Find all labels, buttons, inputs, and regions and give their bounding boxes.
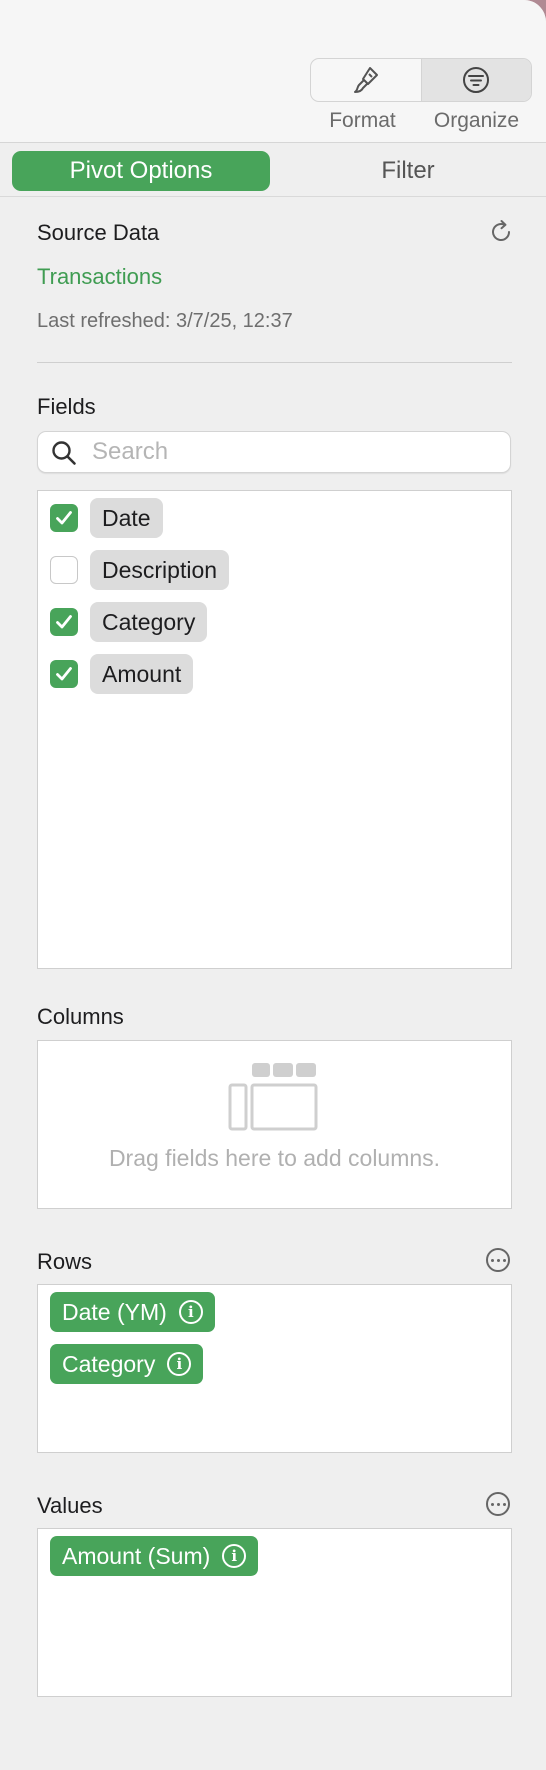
field-row-category: Category xyxy=(50,602,208,642)
value-pill-label: Amount (Sum) xyxy=(62,1542,211,1569)
rows-heading: Rows xyxy=(37,1249,93,1274)
checkmark-icon xyxy=(56,511,72,525)
field-chip-date[interactable]: Date xyxy=(90,498,163,538)
row-pill-category[interactable]: Category i xyxy=(50,1344,204,1384)
inspector-panel: Format Organize Pivot Options Filter Sou… xyxy=(0,0,546,1770)
organize-label: Organize xyxy=(433,109,520,132)
value-pill-amount-sum[interactable]: Amount (Sum) i xyxy=(50,1536,259,1576)
format-label: Format xyxy=(329,109,396,132)
field-row-description: Description xyxy=(50,550,230,590)
refresh-icon[interactable] xyxy=(488,219,514,245)
filter-lines-icon xyxy=(463,67,490,93)
values-drop-zone[interactable]: Amount (Sum) i xyxy=(37,1528,512,1697)
checkmark-icon xyxy=(56,615,72,629)
search-icon xyxy=(52,441,76,465)
row-pill-label: Category xyxy=(62,1350,156,1377)
category-checkbox[interactable] xyxy=(50,608,78,636)
info-icon[interactable]: i xyxy=(222,1544,247,1568)
inspector-mode-switch xyxy=(310,58,532,102)
last-refreshed-text: Last refreshed: 3/7/25, 12:37 xyxy=(37,310,293,332)
columns-empty-hint: Drag fields here to add columns. xyxy=(108,1145,441,1171)
field-row-date: Date xyxy=(50,498,163,538)
rows-drop-zone[interactable]: Date (YM) i Category i xyxy=(37,1284,512,1453)
info-icon[interactable]: i xyxy=(178,1300,203,1324)
columns-heading: Columns xyxy=(37,1004,124,1029)
checkmark-icon xyxy=(56,667,72,681)
columns-drop-zone[interactable]: Drag fields here to add columns. xyxy=(37,1040,512,1209)
row-pill-date-ym[interactable]: Date (YM) i xyxy=(50,1292,215,1332)
section-divider xyxy=(37,362,512,363)
info-icon[interactable]: i xyxy=(167,1352,192,1376)
field-chip-description[interactable]: Description xyxy=(90,550,230,590)
field-chip-category[interactable]: Category xyxy=(90,602,208,642)
tab-bar: Pivot Options Filter xyxy=(0,143,546,197)
tab-filter[interactable]: Filter xyxy=(290,151,526,191)
search-field[interactable] xyxy=(37,431,511,473)
date-checkbox[interactable] xyxy=(50,504,78,532)
inspector-toolbar: Format Organize xyxy=(0,0,546,143)
tab-pivot-options[interactable]: Pivot Options xyxy=(12,151,270,191)
field-chip-amount[interactable]: Amount xyxy=(90,654,194,694)
source-table-link[interactable]: Transactions xyxy=(37,264,162,290)
amount-checkbox[interactable] xyxy=(50,660,78,688)
paintbrush-icon xyxy=(353,67,378,93)
fields-heading: Fields xyxy=(37,394,96,419)
add-columns-icon xyxy=(228,1063,318,1131)
values-more-icon[interactable] xyxy=(486,1492,510,1516)
source-data-heading: Source Data xyxy=(37,220,160,245)
field-row-amount: Amount xyxy=(50,654,194,694)
rows-more-icon[interactable] xyxy=(486,1248,510,1272)
search-input[interactable] xyxy=(92,437,492,467)
fields-list: Date Description Category Amount xyxy=(37,490,512,969)
format-button[interactable] xyxy=(311,59,421,101)
description-checkbox[interactable] xyxy=(50,556,78,584)
row-pill-label: Date (YM) xyxy=(62,1298,167,1325)
values-heading: Values xyxy=(37,1493,103,1518)
organize-button[interactable] xyxy=(420,59,531,101)
